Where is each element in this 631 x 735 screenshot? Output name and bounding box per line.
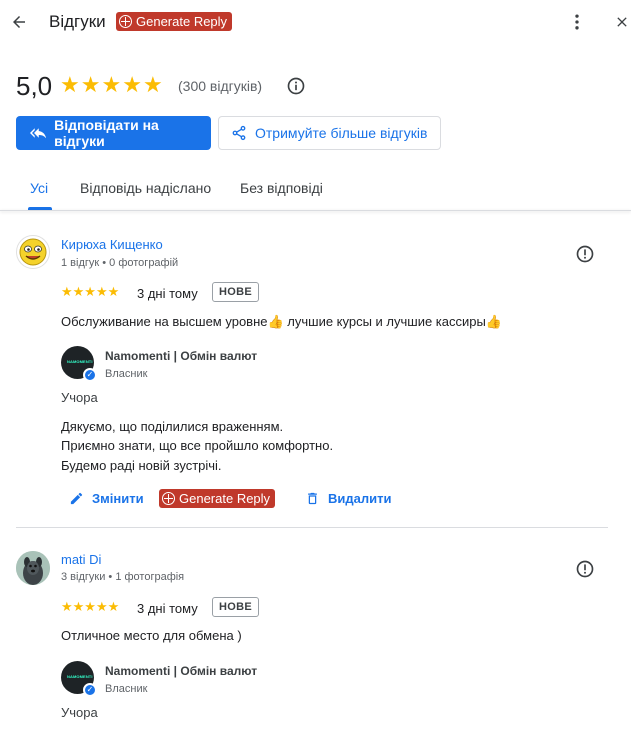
more-vert-icon[interactable] xyxy=(566,11,588,33)
close-icon[interactable] xyxy=(611,11,631,33)
trash-icon xyxy=(308,492,317,505)
verified-check-icon: ✓ xyxy=(83,368,97,382)
generate-reply-button[interactable]: Generate Reply xyxy=(159,489,276,508)
reviewer-meta: 1 відгук • 0 фотографій xyxy=(61,257,179,269)
owner-reply-line: Дякуємо, що поділилися враженням. xyxy=(61,419,284,434)
edit-reply-button[interactable]: Змінити xyxy=(69,491,144,506)
owner-avatar: NAMOMENTI ✓ xyxy=(61,346,97,382)
generate-reply-logo-icon xyxy=(162,492,175,505)
star-icon: ★ xyxy=(142,72,164,97)
owner-avatar: NAMOMENTI ✓ xyxy=(61,661,97,697)
report-icon[interactable] xyxy=(575,559,595,579)
star-icon: ★ xyxy=(122,72,143,97)
rating-value: 5,0 xyxy=(16,71,53,101)
tab-unanswered[interactable]: Без відповіді xyxy=(240,180,323,196)
pencil-icon xyxy=(70,492,83,505)
reviewer-name[interactable]: mati Di xyxy=(61,552,101,567)
reviewer-name[interactable]: Кирюха Кищенко xyxy=(61,237,163,252)
tab-all[interactable]: Усі xyxy=(30,180,48,196)
owner-reply-line: Приємно знати, що все пройшло комфортно. xyxy=(61,438,334,453)
reply-all-icon xyxy=(30,128,47,139)
review-text: Отличное место для обмена ) xyxy=(61,628,242,643)
new-badge: НОВЕ xyxy=(212,597,259,617)
owner-role: Власник xyxy=(105,683,148,695)
review-count: (300 відгуків) xyxy=(178,78,263,94)
share-icon xyxy=(232,125,246,141)
review-text: Обслуживание на высшем уровне👍 лучшие ку… xyxy=(61,314,503,329)
owner-role: Власник xyxy=(105,368,148,380)
reviewer-avatar[interactable] xyxy=(16,551,50,585)
tab-replied[interactable]: Відповідь надіслано xyxy=(80,180,211,196)
reviewer-meta: 3 відгуки • 1 фотографія xyxy=(61,571,185,583)
page-title: Відгуки xyxy=(49,12,106,31)
review-divider xyxy=(16,527,608,528)
generate-reply-header-button[interactable]: Generate Reply xyxy=(116,12,233,31)
report-icon[interactable] xyxy=(575,244,595,264)
info-icon[interactable] xyxy=(286,76,306,96)
star-icon: ★ xyxy=(101,72,123,97)
owner-logo-icon: NAMOMENTI xyxy=(67,674,93,679)
review-stars: ★★★★★ xyxy=(61,599,120,614)
owner-reply-date: Учора xyxy=(61,705,98,720)
reviewer-avatar[interactable] xyxy=(16,235,50,269)
star-icon: ★ xyxy=(80,72,102,97)
tabs-divider xyxy=(0,210,631,211)
verified-check-icon: ✓ xyxy=(83,683,97,697)
back-arrow-icon[interactable] xyxy=(8,11,30,33)
owner-logo-icon: NAMOMENTI xyxy=(67,359,93,364)
generate-reply-logo-icon xyxy=(119,15,132,28)
delete-reply-button[interactable]: Видалити xyxy=(305,491,391,506)
owner-name: Namomenti | Обмін валют xyxy=(105,349,258,363)
get-more-reviews-button[interactable]: Отримуйте більше відгуків xyxy=(218,116,441,150)
star-icon: ★ xyxy=(60,72,81,97)
owner-reply-date: Учора xyxy=(61,390,98,405)
review-stars: ★★★★★ xyxy=(61,284,120,299)
reply-to-reviews-button[interactable]: Відповідати на відгуки xyxy=(16,116,211,150)
owner-reply-line: Будемо раді новій зустрічі. xyxy=(61,458,222,473)
rating-stars: ★★★★★ xyxy=(60,72,164,98)
review-time: 3 дні тому xyxy=(137,601,198,616)
owner-name: Namomenti | Обмін валют xyxy=(105,664,258,678)
review-time: 3 дні тому xyxy=(137,286,198,301)
new-badge: НОВЕ xyxy=(212,282,259,302)
